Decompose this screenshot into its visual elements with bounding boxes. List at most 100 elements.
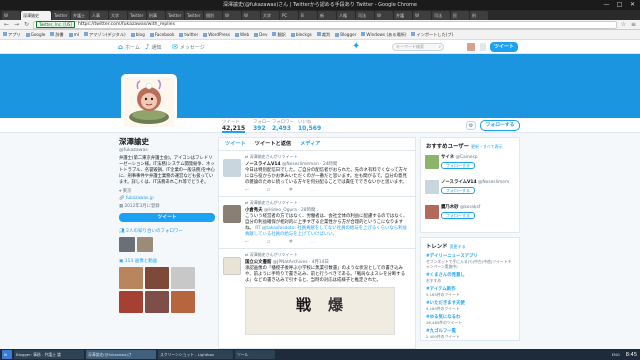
tweet-author-handle[interactable]: @Hideo_Ogura [264, 208, 297, 213]
suggested-user[interactable]: サイネ @Cainesp フォローする [421, 152, 519, 177]
reply-icon[interactable]: ↩ [245, 188, 249, 193]
tweet-item[interactable]: ⇄ 深澤諭史さんがリツイート 国立公文書館 @JPNatArchives · 4… [219, 249, 415, 338]
bookmark[interactable]: アプリ [3, 32, 21, 38]
taskbar-item[interactable]: 深澤諭史(@fukazawa)さ [86, 350, 156, 359]
website-text[interactable]: fukazawas.jp [126, 196, 154, 201]
bookmark[interactable]: Google [26, 32, 46, 37]
trend-item[interactable]: #デイリーニュースアプリ セブンネットで手に入る(?)(中古(中途)ツイートキャン… [421, 252, 519, 271]
retweet-action-icon[interactable]: ⇄ [267, 240, 271, 245]
close-icon[interactable]: ✕ [626, 0, 639, 10]
profile-avatar[interactable] [121, 74, 177, 130]
media-thumb[interactable] [119, 267, 143, 289]
browser-tab[interactable]: Twitter [128, 11, 146, 20]
browser-tab[interactable]: 人事 [90, 11, 108, 20]
suggested-user-name[interactable]: ノースライムV14 [441, 180, 477, 185]
tweet-author-name[interactable]: ノースライムV14 [245, 162, 281, 167]
browser-tab[interactable]: 刑 [470, 11, 488, 20]
browser-tab[interactable]: 大学 [109, 11, 127, 20]
bookmark[interactable]: アマゾン(デジタル) [84, 32, 126, 38]
tab-tweets-and-replies[interactable]: ツイートと返信 [255, 138, 291, 150]
media-thumb[interactable] [171, 267, 195, 289]
like-icon[interactable]: ♥ [289, 240, 293, 245]
tweet-item[interactable]: ⇄ 深澤諭史さんがリツイート ノースライムV14 @Noseslimeman ·… [219, 151, 415, 197]
browser-tab[interactable]: 個別 [204, 11, 222, 20]
profile-name[interactable]: 深澤諭史 [119, 136, 215, 147]
forward-icon[interactable]: → [13, 21, 20, 28]
bookmark[interactable]: bleckgs [291, 32, 312, 37]
browser-tab-active[interactable]: 深澤諭史 [21, 11, 51, 20]
suggested-follow-button[interactable]: フォローする [441, 187, 475, 194]
input-language[interactable]: ENG [612, 352, 620, 357]
trend-item[interactable]: #くまさんの見直し おすすめ [421, 271, 519, 285]
search-icon[interactable]: ⌕ [439, 44, 441, 50]
bookmark[interactable]: WordPress [203, 32, 230, 37]
tweet-author-handle[interactable]: @Noseslimeman [282, 162, 319, 167]
trend-item[interactable]: #いただきます天使 9,180件のツイート [421, 299, 519, 313]
bookmark[interactable]: Web [235, 32, 249, 37]
media-thumb[interactable] [171, 291, 195, 313]
bookmark[interactable]: インポートした(ブ) [411, 32, 453, 38]
bookmark[interactable]: Facebook [150, 32, 175, 37]
browser-tab[interactable]: W [242, 11, 260, 20]
tweet-time[interactable]: 4月14日 [312, 260, 329, 265]
bookmark[interactable]: 辞書 [50, 32, 63, 38]
taskbar-item[interactable]: ツール [235, 350, 275, 359]
nav-messages[interactable]: ✉ メッセージ [172, 40, 205, 54]
photos-videos-link[interactable]: ▣ 113 画像と動画 [119, 258, 215, 264]
tab-tweets[interactable]: ツイート [225, 138, 246, 150]
browser-tab[interactable]: 人権 [337, 11, 355, 20]
suggested-user[interactable]: ノースライムV14 @Noseslimem フォローする [421, 177, 519, 202]
maximize-icon[interactable]: □ [613, 0, 626, 10]
gear-icon[interactable]: ⚙ [466, 121, 476, 130]
media-thumb[interactable] [119, 291, 143, 313]
tweet-author-name[interactable]: 小倉秀夫 [245, 208, 263, 213]
stat-followers[interactable]: フォロワー 2,493 [272, 119, 294, 132]
suggested-user-avatar[interactable] [425, 155, 439, 169]
follower-avatar[interactable] [137, 237, 153, 252]
reply-icon[interactable]: ↩ [245, 240, 249, 245]
browser-tab[interactable]: W [375, 11, 393, 20]
like-icon[interactable]: ♥ [289, 188, 293, 193]
follower-avatar[interactable] [119, 237, 135, 252]
bookmark[interactable]: Blogger [335, 32, 356, 37]
media-thumb[interactable] [145, 291, 169, 313]
browser-tab[interactable]: Twitter [166, 11, 184, 20]
tweet-author-name[interactable]: 国立公文書館 [245, 260, 271, 265]
browser-tab[interactable]: 民 [451, 11, 469, 20]
star-icon[interactable]: ☆ [620, 21, 627, 28]
profile-website[interactable]: 🔗︎ fukazawas.jp [119, 196, 215, 201]
stat-likes[interactable]: いいね 10,569 [298, 119, 321, 132]
minimize-icon[interactable]: — [600, 0, 613, 10]
taskbar-item[interactable]: Blogger: 事務 - 弁護士 論 [14, 350, 84, 359]
tweet-quoted-rt[interactable]: RT @takashisdoto: 社員貢献をしてない社員の給与を上げるくらいな… [245, 226, 407, 237]
browser-tab[interactable]: 大学 [261, 11, 279, 20]
browser-tab[interactable]: 司法 [356, 11, 374, 20]
media-thumb[interactable] [145, 267, 169, 289]
tweet-time[interactable]: 24時間 [323, 162, 337, 167]
twitter-bird-icon[interactable]: ✦ [352, 41, 360, 53]
suggested-user-avatar[interactable] [425, 205, 439, 219]
browser-tab[interactable]: W [413, 11, 431, 20]
tweet-image[interactable]: 戦 爆 [245, 287, 395, 335]
taskbar-item[interactable]: スクリーンショット - Lightbox [158, 350, 233, 359]
bookmark[interactable]: ml [69, 32, 79, 37]
suggested-user-name[interactable]: 鷹乃木砂 [441, 205, 459, 210]
tweet-time[interactable]: 28時間 [301, 208, 315, 213]
start-icon[interactable]: ⊞ [2, 350, 12, 359]
back-icon[interactable]: ← [3, 21, 10, 28]
profile-handle[interactable]: @fukazawas [119, 148, 215, 153]
browser-tab[interactable]: 新 [318, 11, 336, 20]
bookmark[interactable]: twitter [179, 32, 198, 37]
retweet-action-icon[interactable]: ⇄ [267, 188, 271, 193]
nav-notifications[interactable]: ♪ 通知 [145, 40, 161, 54]
reload-icon[interactable]: ↻ [23, 21, 30, 28]
account-avatar[interactable] [467, 43, 475, 51]
tweet-author-handle[interactable]: @JPNatArchives [273, 260, 308, 265]
browser-tab[interactable]: 弁護 [394, 11, 412, 20]
bookmark[interactable]: Dev [254, 32, 267, 37]
suggested-user-avatar[interactable] [425, 180, 439, 194]
url-field[interactable]: Twitter, Inc. [US] https://twitter.com/f… [33, 20, 617, 29]
tweet-avatar[interactable] [223, 257, 241, 275]
browser-tab[interactable]: Twitter [185, 11, 203, 20]
browser-tab[interactable]: B [299, 11, 317, 20]
